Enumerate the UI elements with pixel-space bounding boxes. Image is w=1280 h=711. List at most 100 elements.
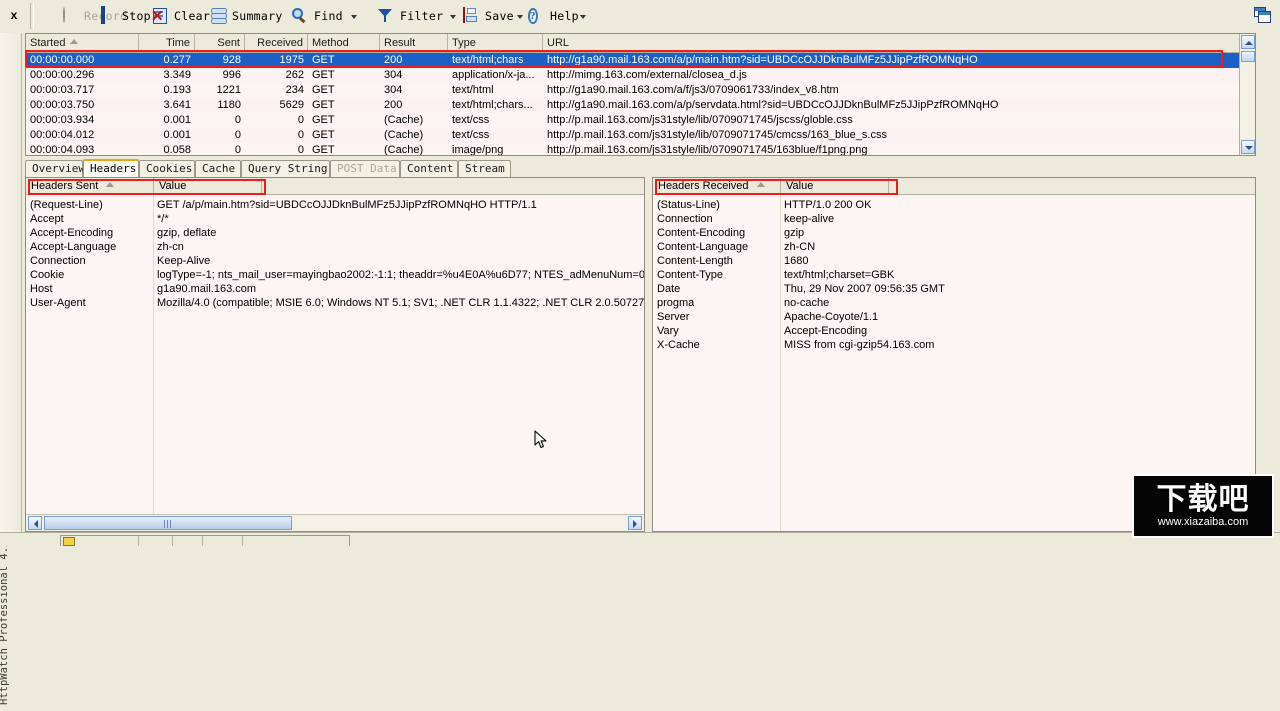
tab-overview[interactable]: Overview <box>25 160 85 177</box>
column-header-type[interactable]: Type <box>448 34 543 52</box>
header-row[interactable]: Connection keep-alive <box>653 212 1255 226</box>
clear-button[interactable]: ✕ Clear <box>151 4 210 28</box>
cell-method: GET <box>312 114 335 126</box>
table-row[interactable]: 00:00:04.012 0.001 0 0 GET (Cache) text/css htt… <box>26 128 1255 143</box>
header-row[interactable]: Content-Language zh-CN <box>653 240 1255 254</box>
mouse-cursor <box>534 430 547 449</box>
column-header-result[interactable]: Result <box>380 34 448 52</box>
headers-sent-name-column-header[interactable]: Headers Sent <box>26 178 154 194</box>
header-value: zh-CN <box>784 241 816 253</box>
close-icon[interactable]: x <box>7 8 21 22</box>
help-button[interactable]: ? Help <box>528 4 579 28</box>
cell-method: GET <box>312 144 335 156</box>
bottom-mini-grid[interactable] <box>60 535 350 546</box>
column-header-sent[interactable]: Sent <box>195 34 245 52</box>
tab-content[interactable]: Content <box>400 160 458 177</box>
header-value: logType=-1; nts_mail_user=mayingbao2002:… <box>157 269 644 281</box>
hscrollbar-thumb[interactable] <box>44 516 292 530</box>
request-list-body[interactable]: 00:00:00.000 0.277 928 1975 GET 200 text/html;… <box>26 53 1255 156</box>
table-row[interactable]: 00:00:03.717 0.193 1221 234 GET 304 text/html h… <box>26 83 1255 98</box>
header-value: Mozilla/4.0 (compatible; MSIE 6.0; Windo… <box>157 297 644 309</box>
column-header-started[interactable]: Started <box>26 34 139 52</box>
scrollbar-thumb[interactable] <box>1241 51 1255 62</box>
help-button-label: Help <box>550 9 579 23</box>
header-row[interactable]: Connection Keep-Alive <box>26 254 644 268</box>
column-header-time[interactable]: Time <box>139 34 195 52</box>
cell-url: http://p.mail.163.com/js31style/lib/0709… <box>547 144 868 156</box>
help-dropdown-chevron-down-icon[interactable] <box>578 4 589 28</box>
headers-sent-value-column-header[interactable]: Value <box>154 178 262 194</box>
header-row[interactable]: Date Thu, 29 Nov 2007 09:56:35 GMT <box>653 282 1255 296</box>
table-row[interactable]: 00:00:04.093 0.058 0 0 GET (Cache) image/png ht… <box>26 143 1255 156</box>
save-dropdown-chevron-down-icon[interactable] <box>515 4 526 28</box>
search-magnifier-icon <box>292 7 309 25</box>
filter-dropdown-chevron-down-icon[interactable] <box>448 4 459 28</box>
column-header-method[interactable]: Method <box>308 34 380 52</box>
header-value: Thu, 29 Nov 2007 09:56:35 GMT <box>784 283 945 295</box>
header-row[interactable]: Content-Length 1680 <box>653 254 1255 268</box>
column-header-received[interactable]: Received <box>245 34 308 52</box>
tab-cache[interactable]: Cache <box>195 160 241 177</box>
stop-square-icon <box>100 5 117 25</box>
header-row[interactable]: Accept */* <box>26 212 644 226</box>
header-row[interactable]: Content-Type text/html;charset=GBK <box>653 268 1255 282</box>
header-row[interactable]: Server Apache-Coyote/1.1 <box>653 310 1255 324</box>
header-row[interactable]: (Request-Line) GET /a/p/main.htm?sid=UBDC… <box>26 198 644 212</box>
cell-url: http://g1a90.mail.163.com/a/f/js3/070906… <box>547 84 839 96</box>
tab-stream[interactable]: Stream <box>458 160 511 177</box>
cell-method: GET <box>312 69 335 81</box>
header-row[interactable]: X-Cache MISS from cgi-gzip54.163.com <box>653 338 1255 352</box>
scroll-left-icon[interactable] <box>28 516 42 530</box>
headers-received-value-column-header[interactable]: Value <box>781 178 889 194</box>
summary-button[interactable]: Summary <box>210 4 283 28</box>
header-row[interactable]: User-Agent Mozilla/4.0 (compatible; MSIE … <box>26 296 644 310</box>
header-value: text/html;charset=GBK <box>784 269 895 281</box>
restore-window-icon[interactable] <box>1254 7 1272 23</box>
cell-received: 5629 <box>279 99 304 111</box>
tab-query-string[interactable]: Query String <box>241 160 330 177</box>
header-row[interactable]: Vary Accept-Encoding <box>653 324 1255 338</box>
header-row[interactable]: Accept-Encoding gzip, deflate <box>26 226 644 240</box>
table-row[interactable]: 00:00:03.934 0.001 0 0 GET (Cache) text/css htt… <box>26 113 1255 128</box>
tab-cookies[interactable]: Cookies <box>139 160 195 177</box>
headers-received-name-column-label: Headers Received <box>658 180 749 192</box>
table-row[interactable]: 00:00:03.750 3.641 1180 5629 GET 200 text/html… <box>26 98 1255 113</box>
request-list-vertical-scrollbar[interactable] <box>1239 34 1255 155</box>
header-row[interactable]: Content-Encoding gzip <box>653 226 1255 240</box>
header-row[interactable]: Accept-Language zh-cn <box>26 240 644 254</box>
headers-sent-pane[interactable]: Headers Sent Value (Request-Line) GET /a/… <box>25 177 645 532</box>
find-dropdown-chevron-down-icon[interactable] <box>349 4 360 28</box>
detail-tabs[interactable]: Overview Headers Cookies Cache Query String P… <box>25 159 1256 177</box>
warning-badge-icon <box>63 537 75 546</box>
header-row[interactable]: progma no-cache <box>653 296 1255 310</box>
column-header-url[interactable]: URL <box>543 34 1241 52</box>
save-button[interactable]: Save <box>463 4 514 28</box>
watermark-chinese-text: 下载吧 <box>1156 481 1250 517</box>
request-list-header: Started Time Sent Received Method Result Type U… <box>26 34 1255 53</box>
header-row[interactable]: Cookie logType=-1; nts_mail_user=mayingba… <box>26 268 644 282</box>
table-row[interactable]: 00:00:00.296 3.349 996 262 GET 304 application… <box>26 68 1255 83</box>
headers-sent-horizontal-scrollbar[interactable] <box>26 514 644 531</box>
header-name: Accept-Encoding <box>30 227 114 239</box>
scroll-down-icon[interactable] <box>1241 140 1255 154</box>
cell-type: application/x-ja... <box>452 69 535 81</box>
cell-result: 200 <box>384 99 403 111</box>
scroll-up-icon[interactable] <box>1241 35 1255 49</box>
filter-button[interactable]: Filter <box>378 4 443 28</box>
bottom-status-strip <box>0 532 1280 546</box>
tab-headers[interactable]: Headers <box>83 159 139 177</box>
find-button[interactable]: Find <box>292 4 343 28</box>
headers-received-name-column-header[interactable]: Headers Received <box>653 178 781 194</box>
cell-url: http://p.mail.163.com/js31style/lib/0709… <box>547 129 887 141</box>
watermark-logo: 下载吧 www.xiazaiba.com <box>1132 474 1274 538</box>
header-row[interactable]: (Status-Line) HTTP/1.0 200 OK <box>653 198 1255 212</box>
header-row[interactable]: Host g1a90.mail.163.com <box>26 282 644 296</box>
request-list[interactable]: Started Time Sent Received Method Result Type U… <box>25 33 1256 156</box>
cell-type: text/html;chars... <box>452 99 533 111</box>
scroll-right-icon[interactable] <box>628 516 642 530</box>
header-name: (Status-Line) <box>657 199 720 211</box>
stop-button[interactable]: Stop <box>100 4 151 28</box>
table-row[interactable]: 00:00:00.000 0.277 928 1975 GET 200 text/html;… <box>26 53 1255 68</box>
sort-ascending-icon <box>70 39 79 44</box>
cell-result: 304 <box>384 69 403 81</box>
